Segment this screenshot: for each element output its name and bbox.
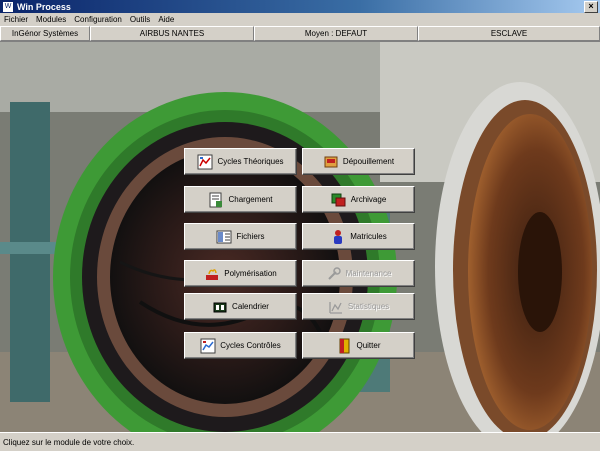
fichiers-button[interactable]: Fichiers xyxy=(184,223,297,250)
fichiers-icon xyxy=(216,230,232,243)
cycles-controles-button[interactable]: Cycles Contrôles xyxy=(184,332,297,359)
calendrier-button[interactable]: Calendrier xyxy=(184,293,297,320)
autoclave-background: Cycles Théoriques Dépouillement Chargeme… xyxy=(0,42,600,432)
archivage-button[interactable]: Archivage xyxy=(302,186,415,213)
matricules-label: Matricules xyxy=(350,232,387,241)
statistiques-label: Statistiques xyxy=(347,302,390,311)
chargement-label: Chargement xyxy=(228,195,273,204)
info-mode: ESCLAVE xyxy=(418,26,600,41)
menu-fichier[interactable]: Fichier xyxy=(0,15,32,24)
info-bar: InGénor Systèmes AIRBUS NANTES Moyen : D… xyxy=(0,25,600,42)
title-bar: W Win Process × xyxy=(0,0,600,13)
quitter-label: Quitter xyxy=(356,341,381,350)
statistiques-button[interactable]: Statistiques xyxy=(302,293,415,320)
quitter-button[interactable]: Quitter xyxy=(302,332,415,359)
cycles-theoriques-label: Cycles Théoriques xyxy=(217,157,284,166)
cycles-chart-icon xyxy=(197,154,213,169)
fichiers-label: Fichiers xyxy=(236,232,265,241)
maintenance-label: Maintenance xyxy=(345,269,392,278)
matricules-icon xyxy=(334,229,343,244)
calendar-icon xyxy=(213,302,227,312)
app-icon: W xyxy=(2,0,14,13)
wrench-icon xyxy=(327,266,341,280)
status-text: Cliquez sur le module de votre choix. xyxy=(3,437,135,447)
calendrier-label: Calendrier xyxy=(232,302,269,311)
menu-outils[interactable]: Outils xyxy=(126,15,154,24)
archivage-label: Archivage xyxy=(350,195,387,204)
menu-configuration[interactable]: Configuration xyxy=(70,15,126,24)
chargement-icon xyxy=(209,192,223,207)
cycles-theoriques-button[interactable]: Cycles Théoriques xyxy=(184,148,297,175)
menu-aide[interactable]: Aide xyxy=(154,15,178,24)
polymerisation-icon xyxy=(206,268,219,280)
menu-modules[interactable]: Modules xyxy=(32,15,70,24)
polymerisation-label: Polymérisation xyxy=(224,269,277,278)
depouillement-icon xyxy=(324,156,338,167)
maintenance-button[interactable]: Maintenance xyxy=(302,260,415,287)
cycles-controles-label: Cycles Contrôles xyxy=(220,341,281,350)
info-company: InGénor Systèmes xyxy=(0,26,90,41)
info-means: Moyen : DEFAUT xyxy=(254,26,418,41)
statistics-icon xyxy=(329,301,342,314)
info-site: AIRBUS NANTES xyxy=(90,26,254,41)
autoclave-photo xyxy=(0,42,600,432)
matricules-button[interactable]: Matricules xyxy=(302,223,415,250)
window-title: Win Process xyxy=(17,1,71,12)
exit-door-icon xyxy=(339,338,350,353)
depouillement-button[interactable]: Dépouillement xyxy=(302,148,415,175)
chargement-button[interactable]: Chargement xyxy=(184,186,297,213)
polymerisation-button[interactable]: Polymérisation xyxy=(184,260,297,287)
close-button[interactable]: × xyxy=(584,0,598,13)
status-bar: Cliquez sur le module de votre choix. xyxy=(0,432,600,451)
cycles-controles-icon xyxy=(200,338,216,353)
menu-bar: Fichier Modules Configuration Outils Aid… xyxy=(0,13,600,25)
depouillement-label: Dépouillement xyxy=(342,157,395,166)
archivage-icon xyxy=(331,193,346,206)
